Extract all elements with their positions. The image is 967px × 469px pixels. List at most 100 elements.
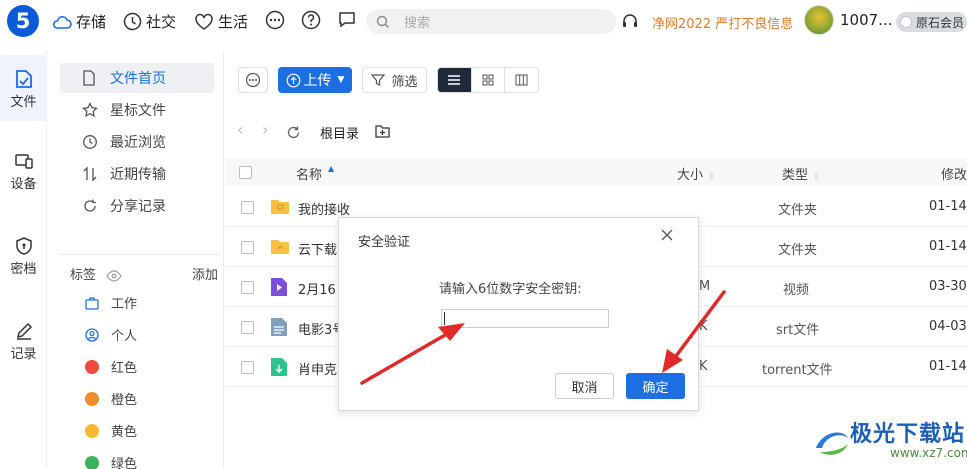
row-checkbox[interactable] (241, 281, 254, 294)
rail-item-records[interactable]: 记录 (0, 321, 47, 362)
new-folder-icon[interactable] (375, 125, 390, 138)
header-modified[interactable]: 修改 (941, 164, 967, 183)
sidebar-item-starred[interactable]: 星标文件 (60, 95, 214, 125)
sort-asc-icon: ▲ (328, 164, 335, 173)
tag-green[interactable]: 绿色 (85, 453, 137, 469)
file-type: 文件夹 (778, 203, 818, 218)
sidebar-item-shares[interactable]: 分享记录 (60, 191, 214, 221)
top-bar: 5 存储 社交 生活 搜索 净网2022 严打不良信息 1007... 原石会员 (0, 0, 967, 44)
tag-label: 个人 (111, 329, 138, 344)
file-name: 云下载 (298, 243, 338, 258)
list-icon (448, 75, 461, 85)
select-all-checkbox[interactable] (239, 166, 252, 179)
rail-item-vault[interactable]: 密档 (0, 236, 47, 277)
tags-header: 标签 添加 (70, 264, 220, 283)
rail-item-files[interactable]: 文件 (0, 55, 47, 121)
more-icon (245, 72, 261, 88)
grid-view-button[interactable] (472, 68, 506, 92)
search-placeholder: 搜索 (404, 16, 431, 31)
message-icon[interactable] (337, 10, 357, 30)
rail-label-vault: 密档 (10, 262, 37, 277)
rail-label-records: 记录 (10, 347, 37, 362)
user-icon (85, 327, 99, 342)
column-view-button[interactable] (505, 68, 538, 92)
file-modified: 04-03 (929, 319, 967, 334)
sidebar-item-label: 文件首页 (110, 71, 166, 87)
nav-social[interactable]: 社交 (123, 11, 176, 32)
row-checkbox[interactable] (241, 201, 254, 214)
file-size: K (699, 319, 708, 334)
tag-label: 黄色 (111, 425, 138, 440)
dialog-title: 安全验证 (358, 235, 411, 250)
user-id[interactable]: 1007... (840, 11, 892, 29)
video-file-icon (271, 278, 287, 296)
avatar[interactable] (804, 5, 834, 35)
header-name[interactable]: 名称 ▲ (296, 164, 334, 183)
header-size[interactable]: 大小 ⇕ (677, 164, 715, 183)
filter-button[interactable]: 筛选 (362, 67, 427, 93)
tags-label: 标签 (70, 268, 97, 283)
tag-red[interactable]: 红色 (85, 357, 137, 376)
cancel-button[interactable]: 取消 (555, 373, 614, 399)
row-checkbox[interactable] (241, 321, 254, 334)
nav-life-label: 生活 (218, 13, 249, 31)
tag-label: 工作 (111, 297, 138, 312)
add-tag-button[interactable]: 添加 (192, 264, 218, 283)
tag-orange[interactable]: 橙色 (85, 389, 137, 408)
history-icon (83, 135, 97, 149)
sidebar-item-transfers[interactable]: 近期传输 (60, 159, 214, 189)
forward-arrow-icon[interactable]: › (262, 120, 268, 139)
torrent-file-icon (271, 358, 287, 376)
dialog-prompt: 请输入6位数字安全密钥: (439, 282, 582, 297)
shield-icon (15, 237, 32, 255)
app-logo[interactable]: 5 (7, 5, 39, 37)
sidebar-item-home[interactable]: 文件首页 (60, 63, 214, 93)
file-modified: 01-14 (929, 199, 967, 214)
row-checkbox[interactable] (241, 361, 254, 374)
file-modified: 03-30 (929, 279, 967, 294)
rail-label-files: 文件 (10, 95, 37, 110)
file-type: 文件夹 (778, 243, 818, 258)
close-icon[interactable] (661, 229, 673, 241)
more-icon[interactable] (265, 10, 285, 30)
tag-yellow[interactable]: 黄色 (85, 421, 137, 440)
text-caret (444, 312, 445, 325)
header-size-label: 大小 (677, 168, 704, 183)
view-switcher (437, 67, 539, 93)
list-view-button[interactable] (438, 68, 472, 92)
file-modified: 01-14 (929, 359, 967, 374)
table-header: 名称 ▲ 大小 ⇕ 类型 ⇕ 修改 (225, 158, 967, 186)
header-name-label: 名称 (296, 168, 323, 183)
columns-icon (515, 74, 528, 86)
security-key-input[interactable] (441, 309, 609, 328)
refresh-icon[interactable] (286, 125, 301, 140)
promo-text[interactable]: 净网2022 严打不良信息 (652, 13, 793, 32)
headset-icon[interactable] (621, 12, 639, 30)
red-dot-icon (85, 359, 99, 374)
sidebar-item-recent[interactable]: 最近浏览 (60, 127, 214, 157)
member-badge[interactable]: 原石会员 (896, 12, 967, 32)
folder-icon (271, 240, 289, 254)
eye-icon[interactable] (106, 269, 122, 282)
search-input[interactable]: 搜索 (366, 9, 616, 34)
tag-personal[interactable]: 个人 (85, 325, 137, 344)
yellow-dot-icon (85, 423, 99, 438)
back-arrow-icon[interactable]: ‹ (237, 120, 243, 139)
swirl-logo-icon (816, 432, 848, 455)
file-type: srt文件 (776, 323, 820, 338)
help-icon[interactable] (301, 10, 321, 30)
app-window: 5 存储 社交 生活 搜索 净网2022 严打不良信息 1007... 原石会员 (0, 0, 967, 469)
nav-storage[interactable]: 存储 (52, 11, 106, 32)
tag-work[interactable]: 工作 (85, 293, 137, 312)
upload-button[interactable]: 上传 ▼ (278, 67, 352, 93)
nav-life[interactable]: 生活 (194, 11, 248, 32)
confirm-button[interactable]: 确定 (626, 373, 685, 399)
rail-item-devices[interactable]: 设备 (0, 151, 47, 192)
header-type[interactable]: 类型 ⇕ (782, 164, 820, 183)
row-checkbox[interactable] (241, 241, 254, 254)
sidebar-divider (60, 254, 220, 255)
breadcrumb-root[interactable]: 根目录 (320, 123, 359, 142)
nav-social-label: 社交 (146, 13, 177, 31)
more-options-button[interactable] (238, 67, 268, 93)
filter-icon (371, 74, 386, 86)
